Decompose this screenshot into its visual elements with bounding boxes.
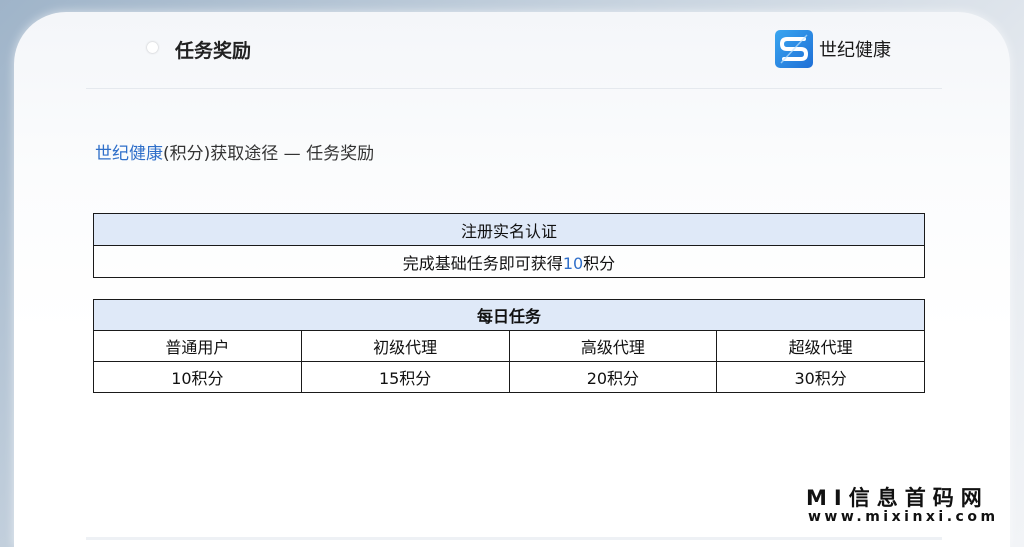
header-divider <box>86 88 942 89</box>
subtitle-text: (积分)获取途径 — 任务奖励 <box>163 144 375 164</box>
column-header: 初级代理 <box>300 330 510 362</box>
registration-reward: 完成基础任务即可获得10积分 <box>93 245 925 278</box>
table-cell: 30积分 <box>716 361 925 393</box>
table-cell: 10积分 <box>93 361 302 393</box>
section-subtitle: 世纪健康(积分)获取途径 — 任务奖励 <box>95 139 374 164</box>
watermark-title: MI信息首码网 <box>806 486 989 510</box>
daily-task-table: 每日任务 普通用户 初级代理 高级代理 超级代理 10积分 15积分 20积分 … <box>93 299 925 393</box>
subtitle-brand: 世纪健康 <box>95 144 163 164</box>
table-row: 10积分 15积分 20积分 30积分 <box>93 361 925 393</box>
column-header: 普通用户 <box>93 330 302 362</box>
reward-value: 10 <box>562 253 584 273</box>
reward-prefix: 完成基础任务即可获得 <box>402 253 563 273</box>
column-header: 高级代理 <box>508 330 718 362</box>
page-title: 任务奖励 <box>175 40 252 62</box>
bullet-dot-icon <box>147 42 158 53</box>
column-header: 超级代理 <box>716 330 925 362</box>
footer-divider <box>86 537 942 540</box>
brand-logo: 世纪健康 <box>775 30 891 68</box>
logo-s-icon <box>775 30 813 68</box>
logo-text: 世纪健康 <box>819 40 891 61</box>
watermark-url: www.mixinxi.com <box>808 509 999 525</box>
registration-header: 注册实名认证 <box>93 213 925 246</box>
reward-suffix: 积分 <box>583 253 616 273</box>
table-row: 普通用户 初级代理 高级代理 超级代理 <box>93 330 925 362</box>
registration-table: 注册实名认证 完成基础任务即可获得10积分 <box>93 213 925 278</box>
table-cell: 20积分 <box>508 361 718 393</box>
daily-task-header: 每日任务 <box>93 299 925 331</box>
content-card <box>14 12 1010 547</box>
table-cell: 15积分 <box>300 361 510 393</box>
